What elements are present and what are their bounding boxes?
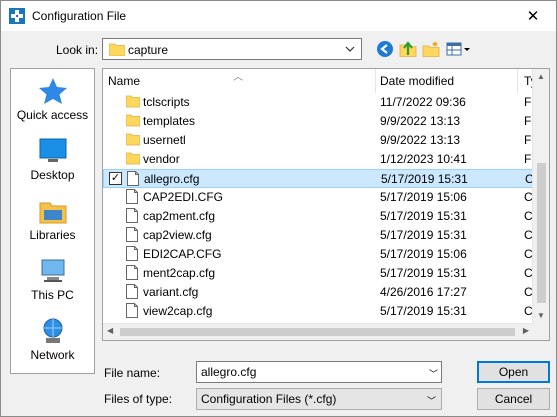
file-icon	[126, 227, 138, 245]
file-row[interactable]: ment2cap.cfg5/17/2019 15:31CF	[103, 264, 534, 283]
scroll-down-icon[interactable]: ▼	[537, 311, 545, 320]
file-row[interactable]: variant.cfg4/26/2016 17:27CF	[103, 283, 534, 302]
file-date: 5/17/2019 15:31	[380, 266, 467, 280]
file-row[interactable]: view2cap.cfg5/17/2019 15:31CF	[103, 302, 534, 321]
file-name: CAP2EDI.CFG	[143, 190, 224, 204]
file-date: 4/26/2016 17:27	[380, 285, 467, 299]
close-icon: ✕	[526, 8, 540, 25]
configuration-file-dialog: Configuration File ✕ Look in: capture Qu…	[0, 0, 557, 417]
file-name: cap2ment.cfg	[143, 209, 216, 223]
file-row[interactable]: cap2view.cfg5/17/2019 15:31CF	[103, 226, 534, 245]
column-date-modified[interactable]: Date modified	[380, 74, 454, 88]
chevron-down-icon[interactable]: ﹀	[429, 367, 438, 380]
place-desktop[interactable]: Desktop	[11, 137, 94, 197]
file-row[interactable]: ✓allegro.cfg5/17/2019 15:31CF	[103, 169, 535, 189]
sort-ascending-icon: ︿	[233, 72, 243, 83]
column-name[interactable]: Name	[108, 74, 140, 88]
horizontal-scroll-thumb[interactable]	[120, 328, 515, 336]
file-name: tclscripts	[143, 95, 190, 109]
folder-row[interactable]: vendor1/12/2023 10:41Fil	[103, 150, 534, 169]
file-name-input[interactable]	[196, 361, 442, 383]
look-in-value: capture	[128, 43, 169, 57]
folder-icon	[125, 132, 141, 149]
file-icon	[126, 284, 138, 302]
folder-icon	[109, 43, 125, 56]
file-rows: tclscripts11/7/2022 09:36Filtemplates9/9…	[103, 93, 535, 321]
vertical-scrollbar[interactable]: ▲ ▼	[532, 69, 549, 323]
folder-icon	[125, 94, 141, 111]
place-quick-access[interactable]: Quick access	[11, 77, 94, 137]
title-bar: Configuration File ✕	[1, 1, 556, 31]
checkbox-checked-icon[interactable]: ✓	[109, 172, 122, 185]
file-date: 5/17/2019 15:06	[380, 190, 467, 204]
file-name: usernetl	[143, 133, 186, 147]
file-list-header: ︿ Name Date modified Ty	[103, 69, 549, 93]
scroll-corner	[532, 323, 549, 340]
files-of-type-label: Files of type:	[104, 392, 173, 406]
files-of-type-dropdown[interactable]: Configuration Files (*.cfg) ﹀	[196, 388, 442, 410]
quick-access-icon	[38, 78, 67, 104]
open-button[interactable]: Open	[477, 361, 550, 383]
places-bar: Quick access Desktop Libraries This PC N…	[10, 68, 95, 374]
file-date: 11/7/2022 09:36	[380, 95, 466, 109]
network-icon	[43, 318, 62, 343]
file-date: 9/9/2022 13:13	[380, 133, 461, 147]
file-name: variant.cfg	[143, 285, 199, 299]
file-name: ment2cap.cfg	[143, 266, 216, 280]
file-name: view2cap.cfg	[143, 304, 213, 318]
close-button[interactable]: ✕	[510, 1, 556, 31]
folder-row[interactable]: tclscripts11/7/2022 09:36Fil	[103, 93, 534, 112]
file-date: 5/17/2019 15:31	[380, 304, 467, 318]
file-row[interactable]: cap2ment.cfg5/17/2019 15:31CF	[103, 207, 534, 226]
folder-icon	[125, 151, 141, 168]
vertical-scroll-thumb[interactable]	[537, 163, 546, 303]
file-icon	[126, 303, 138, 321]
back-icon[interactable]	[376, 40, 394, 58]
file-name: EDI2CAP.CFG	[143, 247, 222, 261]
file-name: templates	[143, 114, 196, 128]
file-name-label: File name:	[104, 366, 161, 380]
file-icon	[127, 171, 139, 189]
desktop-icon	[39, 138, 66, 162]
file-row[interactable]: EDI2CAP.CFG5/17/2019 15:06CF	[103, 245, 534, 264]
scroll-up-icon[interactable]: ▲	[537, 72, 545, 81]
cancel-button[interactable]: Cancel	[477, 388, 550, 410]
file-icon	[126, 208, 138, 226]
app-icon	[9, 8, 25, 24]
new-folder-icon[interactable]	[422, 40, 440, 58]
file-name: allegro.cfg	[144, 172, 200, 186]
folder-row[interactable]: templates9/9/2022 13:13Fil	[103, 112, 534, 131]
files-of-type-value: Configuration Files (*.cfg)	[201, 392, 337, 406]
file-date: 5/17/2019 15:31	[380, 209, 467, 223]
libraries-icon	[39, 202, 66, 224]
file-icon	[126, 189, 138, 207]
chevron-down-icon: ﹀	[426, 396, 436, 406]
file-date: 5/17/2019 15:31	[381, 172, 468, 186]
file-row[interactable]: CAP2EDI.CFG5/17/2019 15:06CF	[103, 188, 534, 207]
scroll-right-icon[interactable]: ▶	[523, 326, 529, 335]
file-icon	[126, 246, 138, 264]
place-this-pc[interactable]: This PC	[11, 257, 94, 317]
up-folder-icon[interactable]	[399, 40, 417, 58]
place-libraries[interactable]: Libraries	[11, 197, 94, 257]
view-menu-icon[interactable]	[446, 40, 472, 58]
folder-icon	[125, 113, 141, 130]
look-in-label: Look in:	[56, 43, 99, 57]
horizontal-scrollbar[interactable]: ◀ ▶	[103, 323, 549, 340]
file-list[interactable]: ︿ Name Date modified Ty tclscripts 11/7/2…	[102, 68, 550, 341]
file-date: 1/12/2023 10:41	[380, 152, 467, 166]
look-in-dropdown[interactable]: capture	[102, 38, 362, 60]
file-icon	[126, 265, 138, 283]
file-date: 5/17/2019 15:31	[380, 228, 467, 242]
this-pc-icon	[41, 259, 64, 282]
chevron-down-icon	[345, 46, 355, 52]
place-network[interactable]: Network	[11, 317, 94, 377]
window-title: Configuration File	[32, 9, 127, 23]
file-date: 9/9/2022 13:13	[380, 114, 461, 128]
file-date: 5/17/2019 15:06	[380, 247, 467, 261]
file-name: vendor	[143, 152, 180, 166]
scroll-left-icon[interactable]: ◀	[107, 326, 113, 335]
file-name: cap2view.cfg	[143, 228, 212, 242]
folder-row[interactable]: usernetl9/9/2022 13:13Fil	[103, 131, 534, 150]
